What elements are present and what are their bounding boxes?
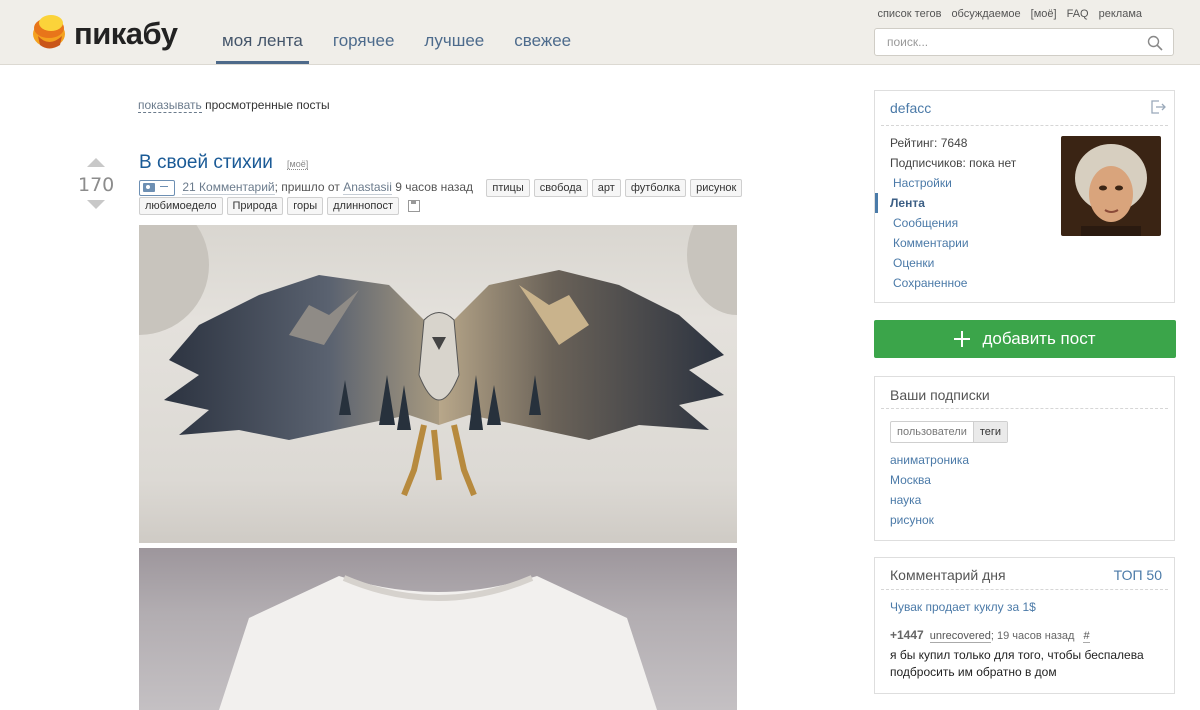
subscriptions-toggle: пользователи теги [890,421,1009,443]
subscriptions-panel: Ваши подписки пользователи теги аниматро… [874,376,1175,541]
tags-row: любимоедело Природа горы длиннопост [139,197,421,215]
upvote-arrow-icon[interactable] [87,158,105,167]
comment-post-link[interactable]: Чувак продает куклу за 1$ [890,600,1036,614]
toplink-tag-list[interactable]: список тегов [877,8,941,20]
tag[interactable]: рисунок [690,178,743,197]
divider [881,408,1168,409]
comment-of-day-panel: Комментарий дня ТОП 50 Чувак продает кук… [874,557,1175,694]
show-viewed-link[interactable]: показывать [138,98,202,113]
user-rating: Рейтинг: 7648 [890,136,968,150]
save-icon[interactable] [408,200,421,212]
vote-block: 170 [78,158,114,209]
post-image-tshirt [139,548,737,710]
divider [881,125,1168,126]
subscription-item[interactable]: аниматроника [890,450,969,470]
subscriptions-list: аниматроника Москва наука рисунок [890,450,969,530]
menu-messages[interactable]: Сообщения [875,213,969,233]
toplink-mine[interactable]: [моё] [1031,8,1057,20]
tag[interactable]: длиннопост [327,197,399,215]
nav-fresh[interactable]: свежее [508,0,577,64]
toplink-faq[interactable]: FAQ [1067,8,1089,20]
username-link[interactable]: defacc [890,100,931,116]
comment-score: +1447 [890,628,924,642]
plus-icon [954,331,971,347]
header: пикабу моя лента горячее лучшее свежее с… [0,0,1200,65]
comments-link[interactable]: 21 Комментарий [182,180,275,195]
comment-of-day-title: Комментарий дня [890,567,1006,583]
comment-meta: +1447 unrecovered; 19 часов назад # [890,628,1090,643]
author-link[interactable]: Anastasii [343,180,392,195]
logout-icon[interactable] [1150,99,1166,115]
came-from-label: ; пришло от [274,180,340,194]
menu-feed[interactable]: Лента [875,193,969,213]
user-subscribers: Подписчиков: пока нет [890,156,1017,170]
user-stats: Рейтинг: 7648 Подписчиков: пока нет [890,133,1016,173]
top-50-link[interactable]: ТОП 50 [1114,567,1162,583]
logo-text: пикабу [74,16,178,51]
post-mine-badge: [моё] [287,159,309,170]
menu-comments[interactable]: Комментарии [875,233,969,253]
eagle-artwork-icon [139,225,737,497]
tag[interactable]: любимоедело [139,197,223,215]
tag[interactable]: футболка [624,178,687,197]
nav-best[interactable]: лучшее [418,0,490,64]
avatar[interactable] [1061,136,1161,236]
toggle-tags[interactable]: теги [972,422,1008,442]
photo-icon [139,179,175,196]
comment-permalink[interactable]: # [1083,630,1090,643]
comment-text: я бы купил только для того, чтобы беспал… [890,648,1144,679]
add-post-button[interactable]: добавить пост [874,320,1176,358]
divider [881,589,1168,590]
comment-user-link[interactable]: unrecovered [929,630,991,643]
user-panel: defacc Рейтинг: 7648 Подписчиков: пока н… [874,90,1175,303]
tag[interactable]: Природа [226,197,284,215]
menu-ratings[interactable]: Оценки [875,253,969,273]
toplink-discussed[interactable]: обсуждаемое [951,8,1020,20]
post-title[interactable]: В своей стихии [139,152,273,174]
subscription-item[interactable]: Москва [890,470,969,490]
tag[interactable]: птицы [486,178,530,197]
menu-saved[interactable]: Сохраненное [875,273,969,293]
nav-my-feed[interactable]: моя лента [216,0,309,64]
menu-settings[interactable]: Настройки [875,173,969,193]
search-box [874,28,1174,56]
cupcake-logo-icon [33,15,65,49]
downvote-arrow-icon[interactable] [87,200,105,209]
search-input[interactable] [885,34,1139,50]
add-post-label: добавить пост [982,329,1096,348]
viewed-posts-label: просмотренные посты [205,98,330,112]
post-image-eagle [139,225,737,543]
subscription-item[interactable]: наука [890,490,969,510]
toplink-ads[interactable]: реклама [1099,8,1142,20]
tag[interactable]: горы [287,197,324,215]
subscriptions-title: Ваши подписки [890,387,990,403]
tag[interactable]: арт [591,178,621,197]
avatar-portrait-icon [1061,136,1161,236]
nav-hot[interactable]: горячее [327,0,401,64]
search-icon[interactable] [1147,35,1163,51]
toggle-users[interactable]: пользователи [891,422,973,442]
top-links: список тегов обсуждаемое [моё] FAQ рекла… [877,8,1142,20]
user-menu: Настройки Лента Сообщения Комментарии Оц… [875,173,969,293]
tshirt-image-icon [219,575,657,710]
post-rating: 170 [78,174,115,196]
post-time: 9 часов назад [395,180,474,194]
viewed-posts-toggle: показывать просмотренные посты [138,98,330,113]
subscription-item[interactable]: рисунок [890,510,969,530]
post-meta: 21 Комментарий; пришло от Anastasii 9 ча… [139,177,759,197]
tag[interactable]: свобода [533,178,588,197]
main-nav: моя лента горячее лучшее свежее [216,0,595,64]
comment-time: ; 19 часов назад [990,630,1075,642]
